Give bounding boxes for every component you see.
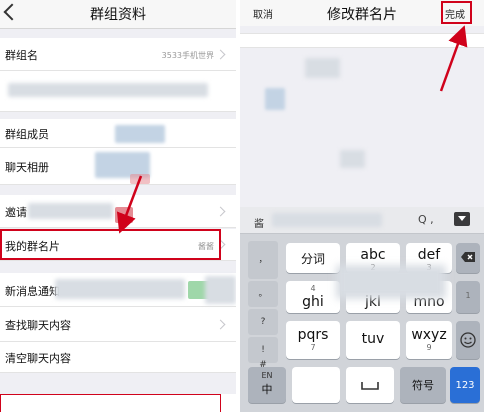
highlight-box-done [441, 1, 472, 24]
blurred-area [340, 150, 365, 168]
page-title: 群组资料 [90, 7, 146, 23]
blurred-area [305, 58, 340, 78]
candidate-word[interactable]: 酱 [254, 215, 264, 230]
backspace-icon [461, 252, 475, 262]
blurred-area [265, 88, 285, 110]
key-lang-switch[interactable]: EN 中 [248, 367, 286, 403]
row-label: 聊天相册 [5, 161, 49, 174]
row-value: 3533手机世界 [161, 51, 214, 60]
row-invite[interactable]: 邀请 [0, 195, 236, 228]
keyboard-search-icon[interactable]: Q , [418, 213, 434, 226]
blurred-text [8, 83, 208, 97]
side-key-question[interactable]: ? [248, 309, 278, 335]
key-symbols[interactable]: 符号 [400, 367, 446, 403]
key-tuv[interactable]: tuv [346, 321, 400, 359]
row-label: 邀请 [5, 206, 27, 219]
row-label: 群组成员 [5, 128, 49, 141]
row-group-description[interactable] [0, 71, 236, 112]
blurred-toggle [55, 279, 185, 299]
row-chat-album[interactable]: 聊天相册 [0, 148, 236, 185]
row-group-name[interactable]: 群组名 3533手机世界 [0, 38, 236, 71]
row-group-members[interactable]: 群组成员 [0, 119, 236, 148]
blurred-text [28, 203, 113, 219]
group-info-screen: 群组资料 群组名 3533手机世界 群组成员 聊天相册 邀请 我的群名片 酱酱 … [0, 0, 236, 412]
key-emoji[interactable] [456, 321, 480, 359]
nav-bar: 群组资料 [0, 0, 236, 29]
key-blank[interactable] [292, 367, 340, 403]
key-backspace[interactable] [456, 243, 480, 273]
collapse-keyboard-icon[interactable] [454, 212, 470, 226]
key-side-1[interactable]: 1 [456, 281, 480, 313]
chevron-right-icon [215, 206, 226, 217]
blurred-mark [115, 207, 133, 223]
key-numbers[interactable]: 123 [450, 367, 480, 403]
key-ghi[interactable]: 4 ghi [286, 281, 340, 313]
row-new-message-notify[interactable]: 新消息通知 [0, 273, 236, 307]
blurred-photo-pink [130, 174, 150, 184]
blurred-area [205, 276, 236, 304]
emoji-icon [460, 332, 476, 348]
row-search-chat[interactable]: 查找聊天内容 [0, 307, 236, 342]
edit-group-card-screen: 取消 修改群名片 完成 酱 Q , ， 。 ? ! # 分词 abc def 4… [240, 0, 484, 412]
chevron-right-icon [215, 49, 226, 60]
row-label: 清空聊天内容 [5, 352, 71, 365]
key-fenci[interactable]: 分词 [286, 243, 340, 273]
highlight-box-my-group-card [0, 229, 221, 260]
row-label: 新消息通知 [5, 285, 60, 298]
blurred-keys [336, 265, 446, 299]
side-key-comma[interactable]: ， [248, 241, 278, 279]
chevron-right-icon [215, 319, 226, 330]
key-pqrs[interactable]: pqrs 7 [286, 321, 340, 359]
keyboard: 酱 Q , ， 。 ? ! # 分词 abc 2 def 3 [240, 207, 484, 412]
space-icon [361, 382, 379, 390]
name-input-field[interactable] [240, 33, 484, 48]
row-bottom [0, 394, 236, 412]
side-key-period[interactable]: 。 [248, 281, 278, 307]
key-wxyz[interactable]: wxyz 9 [406, 321, 452, 359]
blurred-avatars [115, 125, 165, 143]
highlight-box-fragment [0, 394, 221, 412]
row-label: 群组名 [5, 49, 38, 62]
keyboard-candidate-bar: 酱 Q , [240, 207, 484, 234]
row-label: 查找聊天内容 [5, 319, 71, 332]
row-clear-chat[interactable]: 清空聊天内容 [0, 342, 236, 373]
screenshot: 群组资料 群组名 3533手机世界 群组成员 聊天相册 邀请 我的群名片 酱酱 … [0, 0, 484, 412]
key-space[interactable] [346, 367, 394, 403]
blurred-candidates [272, 213, 382, 227]
